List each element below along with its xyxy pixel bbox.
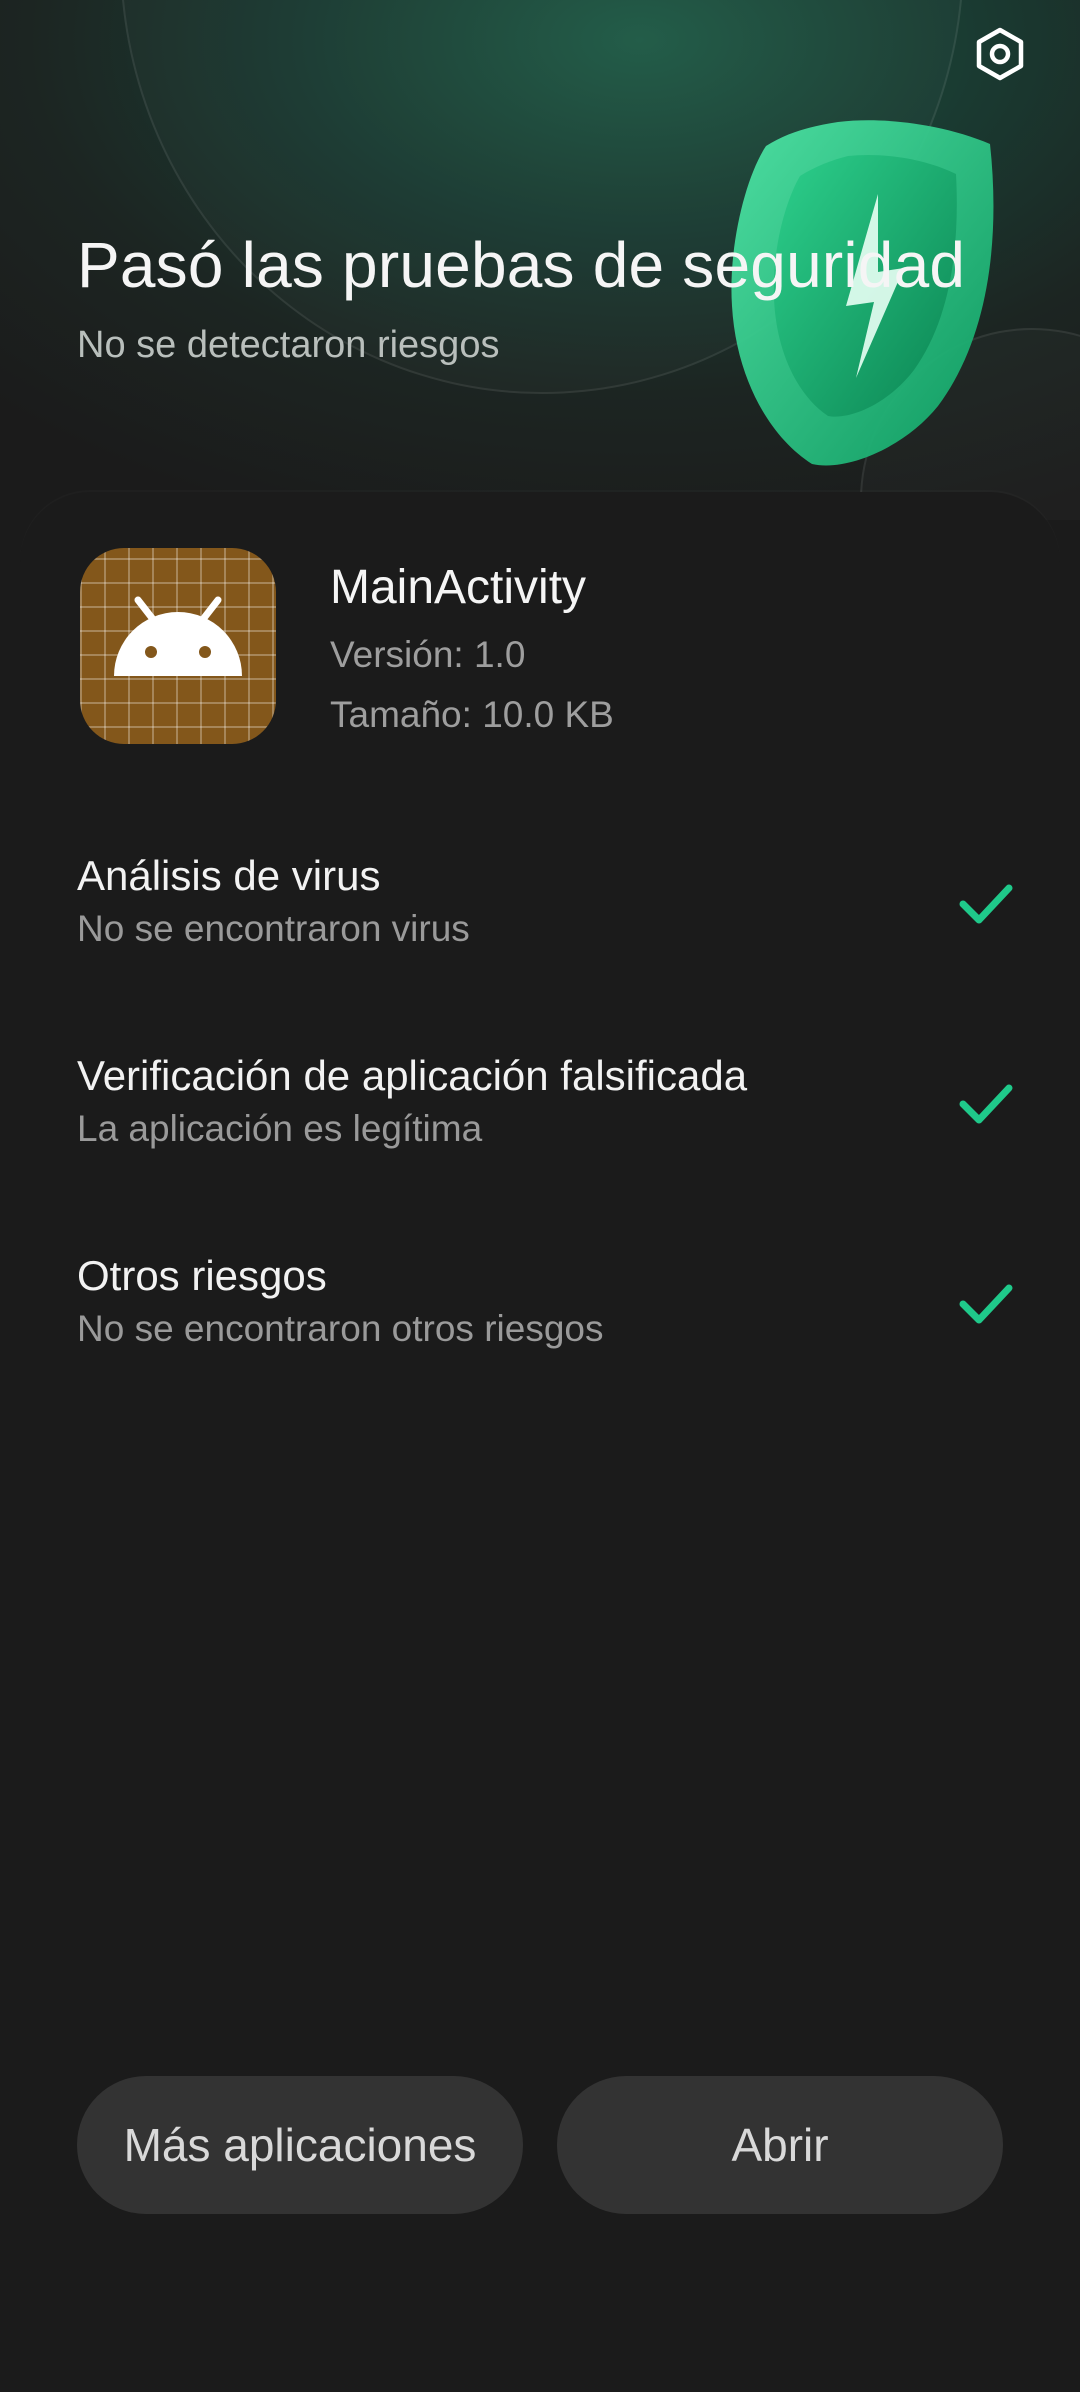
check-title: Otros riesgos xyxy=(77,1252,327,1299)
more-apps-button[interactable]: Más aplicaciones xyxy=(77,2076,523,2214)
check-item-virus-scan: Análisis de virus No se encontraron viru… xyxy=(77,852,1017,962)
settings-hexagon-icon xyxy=(976,27,1024,81)
page-title: Pasó las pruebas de seguridad xyxy=(77,229,966,301)
page-subtitle: No se detectaron riesgos xyxy=(77,324,500,366)
checkmark-icon xyxy=(959,884,1013,924)
check-item-other-risks: Otros riesgos No se encontraron otros ri… xyxy=(77,1252,1017,1362)
check-title: Análisis de virus xyxy=(77,852,381,899)
check-item-fake-app: Verificación de aplicación falsificada L… xyxy=(77,1052,1017,1162)
settings-button[interactable] xyxy=(966,20,1034,88)
app-size: Tamaño: 10.0 KB xyxy=(330,694,614,735)
app-name: MainActivity xyxy=(330,561,587,614)
app-version: Versión: 1.0 xyxy=(330,634,526,675)
app-icon xyxy=(80,548,276,744)
open-button[interactable]: Abrir xyxy=(557,2076,1003,2214)
header-hero: Pasó las pruebas de seguridad No se dete… xyxy=(0,0,1080,520)
checkmark-icon xyxy=(959,1284,1013,1324)
check-description: La aplicación es legítima xyxy=(77,1108,483,1149)
check-description: No se encontraron virus xyxy=(77,908,470,949)
check-title: Verificación de aplicación falsificada xyxy=(77,1052,748,1099)
checkmark-icon xyxy=(959,1084,1013,1124)
android-robot-icon xyxy=(114,596,242,676)
check-description: No se encontraron otros riesgos xyxy=(77,1308,604,1349)
